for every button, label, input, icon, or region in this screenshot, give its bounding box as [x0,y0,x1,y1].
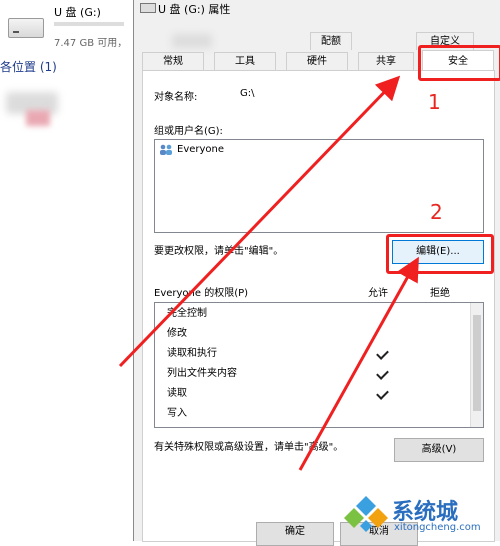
arrow-to-security-tab [118,75,401,368]
arrow-to-edit-button [298,256,419,471]
logo-icon [344,496,388,532]
watermark-url: xitongcheng.com [394,522,481,533]
watermark: 系统城 xitongcheng.com [340,494,500,541]
annotation-arrows [118,75,419,471]
